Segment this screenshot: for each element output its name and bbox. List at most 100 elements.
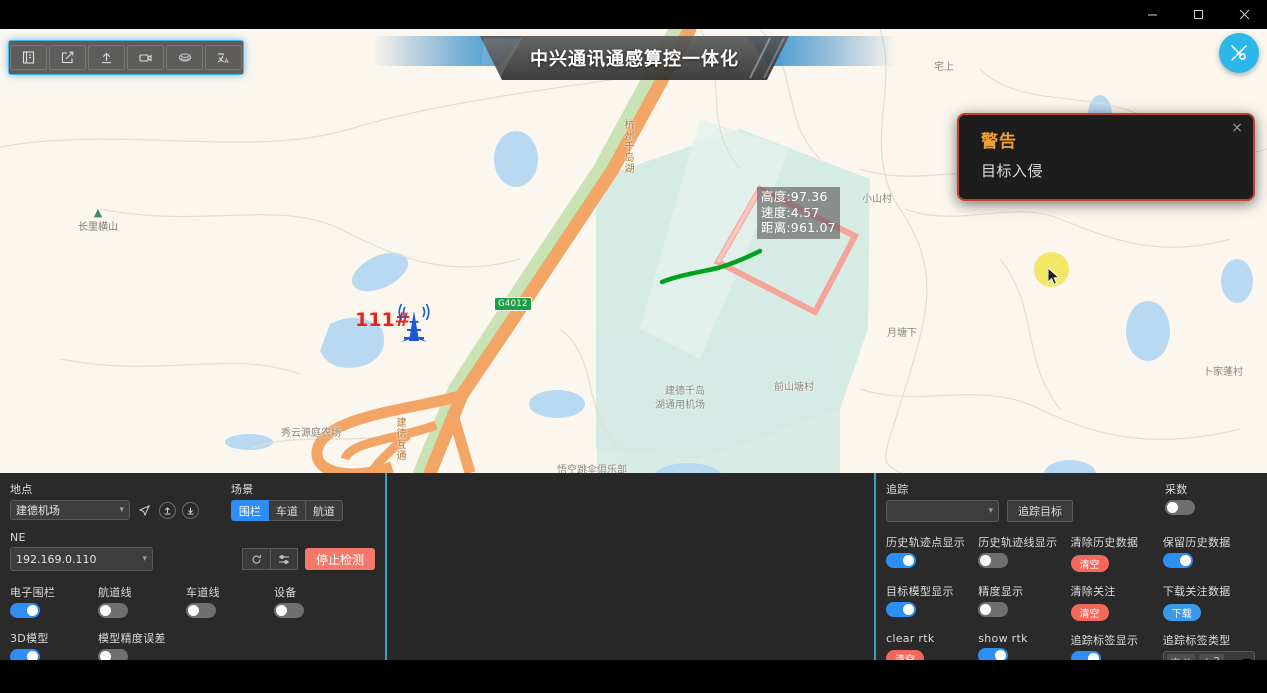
toggle-knob (980, 555, 992, 566)
refresh-button[interactable] (241, 548, 270, 570)
locate-icon[interactable] (136, 502, 153, 519)
toggle-group-accuracy: 精度显示 (978, 583, 1070, 621)
map-label-mountain: ▲ 长里横山 (78, 207, 118, 233)
toggle-label: 电子围栏 (10, 586, 56, 599)
target-model-toggle[interactable] (886, 602, 916, 617)
bottom-black-strip (0, 660, 1267, 693)
panel-icon[interactable] (10, 45, 47, 70)
toggle-group-airway-line: 航道线 (98, 584, 186, 618)
airway-line-toggle[interactable] (98, 603, 128, 618)
stop-detection-button[interactable]: 停止检测 (304, 548, 375, 570)
sampling-toggle[interactable] (1165, 500, 1195, 515)
tooltip-distance: 距离:961.07 (761, 220, 836, 235)
window-maximize-button[interactable] (1175, 0, 1221, 29)
action-label: clear rtk (886, 632, 935, 645)
toggle-knob (276, 605, 287, 616)
history-points-toggle[interactable] (886, 553, 916, 568)
map-label-village: 卜家蓬村 (1203, 367, 1243, 378)
toggle-label: 航道线 (98, 586, 132, 599)
upload-icon[interactable] (159, 501, 176, 519)
settings-button[interactable] (269, 548, 298, 570)
action-label: 下载关注数据 (1162, 585, 1231, 598)
toggle-label: 设备 (274, 586, 297, 599)
toggle-knob (27, 605, 38, 616)
alert-message: 目标入侵 (981, 162, 1044, 180)
translate-icon[interactable]: A (205, 45, 242, 70)
layers-icon[interactable] (166, 45, 203, 70)
toggle-label: 目标模型显示 (886, 585, 954, 598)
map-toolbar: A (8, 40, 244, 75)
alert-close-icon[interactable]: × (1231, 121, 1243, 135)
target-info-tooltip: 高度:97.36 速度:4.57 距离:961.07 (757, 187, 840, 239)
clear-focus-button[interactable]: 清空 (1070, 604, 1109, 621)
upload-icon[interactable] (88, 45, 125, 70)
map-canvas[interactable]: ▲ 长里横山 小山村 月塘下 宅上 卜家蓬村 前山塘村 秀云源庭农场 悟空跳伞俱… (0, 29, 1267, 473)
scene-option-fence[interactable]: 围栏 (230, 500, 269, 521)
scene-option-airway[interactable]: 航道 (305, 500, 343, 521)
center-preview-panel[interactable] (385, 473, 874, 660)
ne-label: NE (10, 531, 26, 544)
ne-select[interactable]: 192.169.0.110 ▾ (10, 547, 153, 571)
clear-history-button[interactable]: 清空 (1070, 555, 1109, 572)
map-label-village: 月塘下 (887, 328, 917, 339)
toggle-label: 追踪标签显示 (1070, 634, 1139, 647)
toggle-group-history-lines: 历史轨迹线显示 (978, 534, 1070, 572)
application-window: ▲ 长里横山 小山村 月塘下 宅上 卜家蓬村 前山塘村 秀云源庭农场 悟空跳伞俱… (0, 0, 1267, 693)
page-title: 中兴通讯通感算控一体化 (530, 49, 739, 70)
toggle-group-history-points: 历史轨迹点显示 (886, 534, 978, 572)
mouse-cursor (1047, 267, 1061, 290)
toggle-label: 精度显示 (978, 585, 1024, 598)
lane-line-toggle[interactable] (186, 603, 216, 618)
accuracy-toggle[interactable] (978, 602, 1009, 617)
history-lines-toggle[interactable] (978, 553, 1009, 568)
map-label-village: 前山塘村 (774, 382, 814, 393)
scene-label: 场景 (230, 483, 254, 496)
toggle-group-device: 设备 (274, 584, 362, 618)
svg-text:A: A (224, 58, 229, 64)
toggle-group-keep-history: 保留历史数据 (1162, 534, 1255, 572)
track-target-button[interactable]: 追踪目标 (1007, 500, 1073, 522)
toggle-group-efence: 电子围栏 (10, 584, 98, 618)
track-label: 追踪 (886, 483, 909, 496)
toggle-knob (980, 604, 992, 615)
toggle-group-model-accuracy: 模型精度误差 (98, 630, 186, 664)
device-toggle[interactable] (274, 603, 304, 618)
tools-fab-button[interactable] (1219, 33, 1259, 73)
keep-history-toggle[interactable] (1162, 553, 1193, 568)
action-group-clear-history: 清除历史数据 清空 (1070, 534, 1163, 572)
toggle-label: 保留历史数据 (1162, 536, 1231, 549)
toggle-knob (903, 604, 914, 615)
video-icon[interactable] (127, 45, 164, 70)
sampling-label: 采数 (1165, 483, 1188, 496)
toggle-group-target-model: 目标模型显示 (886, 583, 978, 621)
edit-icon[interactable] (49, 45, 86, 70)
alert-toast: × 警告 目标入侵 (957, 113, 1255, 201)
window-minimize-button[interactable] (1129, 0, 1175, 29)
location-select-value: 建德机场 (16, 504, 60, 517)
download-focus-button[interactable]: 下载 (1162, 604, 1201, 621)
download-icon[interactable] (182, 501, 199, 519)
action-label: 清除历史数据 (1070, 536, 1139, 549)
toggle-label: 历史轨迹线显示 (978, 536, 1058, 549)
map-label-text: 长里横山 (78, 222, 118, 233)
tooltip-speed: 速度:4.57 (761, 204, 820, 220)
efence-toggle[interactable] (10, 603, 40, 618)
toggle-label: 模型精度误差 (98, 632, 166, 645)
scene-option-lane[interactable]: 车道 (268, 500, 306, 521)
map-label-farm: 秀云源庭农场 (281, 428, 341, 439)
chevron-down-icon: ▾ (119, 505, 124, 515)
window-titlebar (0, 0, 1267, 29)
toggle-label: 车道线 (186, 586, 220, 599)
action-group-clear-focus: 清除关注 清空 (1070, 583, 1163, 621)
map-label-club: 悟空跳伞俱乐部 (557, 465, 627, 473)
alert-title: 警告 (981, 132, 1017, 152)
location-select[interactable]: 建德机场 ▾ (10, 500, 130, 520)
map-road-label: 建德互通 (394, 417, 405, 461)
track-target-select[interactable]: ▾ (886, 500, 999, 522)
map-label-village: 宅上 (934, 62, 954, 73)
map-label-airport-line1: 建德千岛 (665, 386, 705, 397)
toggle-group-lane-line: 车道线 (186, 584, 274, 618)
scene-segmented-control: 围栏 车道 航道 (230, 500, 375, 521)
window-close-button[interactable] (1221, 0, 1267, 29)
toggle-knob (903, 555, 914, 566)
